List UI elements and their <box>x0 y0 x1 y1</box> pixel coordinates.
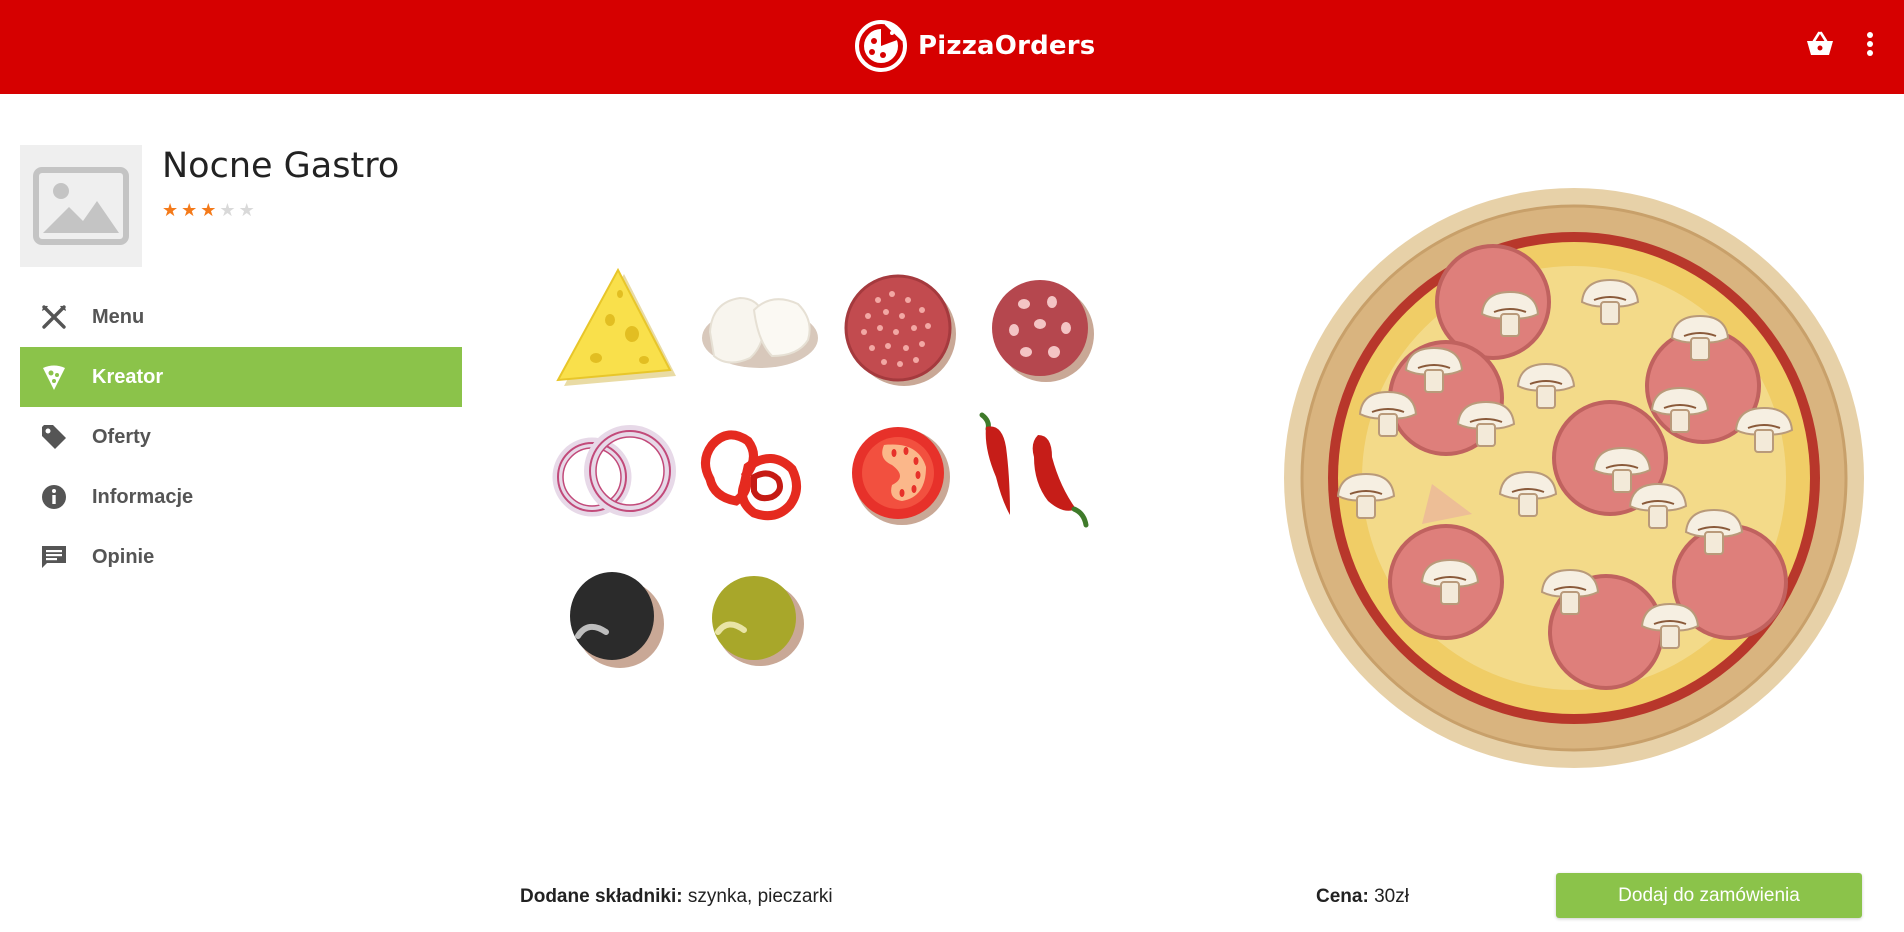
star-filled-icon: ★ <box>181 200 198 220</box>
price-label: Cena: <box>1316 886 1369 907</box>
cheese-icon <box>556 267 676 386</box>
info-icon <box>38 481 70 513</box>
added-label: Dodane składniki: <box>520 886 683 907</box>
ingredient-black-olive[interactable] <box>548 550 688 690</box>
star-filled-icon: ★ <box>162 200 179 220</box>
side-nav: Menu Kreator Oferty Informacje Opinie <box>20 287 462 587</box>
pizza-slice-icon <box>38 361 70 393</box>
restaurant-name: Nocne Gastro <box>162 146 400 186</box>
ingredient-salami[interactable] <box>828 260 968 400</box>
nav-label-oferty: Oferty <box>92 425 151 448</box>
chili-icon <box>979 412 1089 528</box>
ingredient-tomato[interactable] <box>828 405 968 545</box>
cart-button[interactable] <box>1800 24 1840 64</box>
ingredient-pepperoni[interactable] <box>968 260 1108 400</box>
nav-item-menu[interactable]: Menu <box>20 287 462 347</box>
salami-icon <box>844 274 956 386</box>
ingredient-pepper[interactable] <box>688 405 828 545</box>
ingredient-mozzarella[interactable] <box>688 260 828 400</box>
pizza-logo-icon <box>855 20 907 72</box>
nav-label-menu: Menu <box>92 305 145 328</box>
pepper-icon <box>701 430 801 521</box>
star-empty-icon: ★ <box>238 200 255 220</box>
added-ingredients: Dodane składniki: szynka, pieczarki <box>520 886 833 908</box>
star-filled-icon: ★ <box>200 200 217 220</box>
nav-label-informacje: Informacje <box>92 485 194 508</box>
pepperoni-icon <box>992 280 1094 382</box>
added-value: szynka, pieczarki <box>687 886 833 907</box>
nav-label-kreator: Kreator <box>92 365 164 388</box>
tag-icon <box>38 421 70 453</box>
rating-stars: ★ ★ ★ ★ ★ <box>162 200 255 220</box>
more-vertical-icon <box>1867 32 1873 56</box>
star-empty-icon: ★ <box>219 200 236 220</box>
onion-icon <box>552 425 676 517</box>
fork-knife-icon <box>38 301 70 333</box>
mozzarella-icon <box>702 296 818 368</box>
ingredient-chili[interactable] <box>968 405 1108 545</box>
nav-label-opinie: Opinie <box>92 545 155 568</box>
restaurant-thumbnail <box>20 145 142 267</box>
basket-icon <box>1807 31 1833 55</box>
price: Cena: 30zł <box>1316 886 1409 908</box>
nav-item-informacje[interactable]: Informacje <box>20 467 462 527</box>
more-menu-button[interactable] <box>1850 24 1890 64</box>
ingredient-onion[interactable] <box>548 405 688 545</box>
nav-item-opinie[interactable]: Opinie <box>20 527 462 587</box>
pizza-preview <box>1284 188 1864 768</box>
nav-item-kreator[interactable]: Kreator <box>20 347 462 407</box>
tomato-icon <box>852 427 950 525</box>
price-value: 30zł <box>1374 886 1409 907</box>
green-olive-icon <box>712 576 804 666</box>
ingredient-cheese[interactable] <box>548 260 688 400</box>
app-header: PizzaOrders <box>0 0 1904 94</box>
brand[interactable]: PizzaOrders <box>854 16 1095 76</box>
image-placeholder-icon <box>33 167 129 245</box>
ingredient-green-olive[interactable] <box>688 550 828 690</box>
brand-name: PizzaOrders <box>918 31 1096 61</box>
comment-icon <box>38 541 70 573</box>
nav-item-oferty[interactable]: Oferty <box>20 407 462 467</box>
black-olive-icon <box>570 572 664 668</box>
add-to-order-button[interactable]: Dodaj do zamówienia <box>1556 873 1862 918</box>
